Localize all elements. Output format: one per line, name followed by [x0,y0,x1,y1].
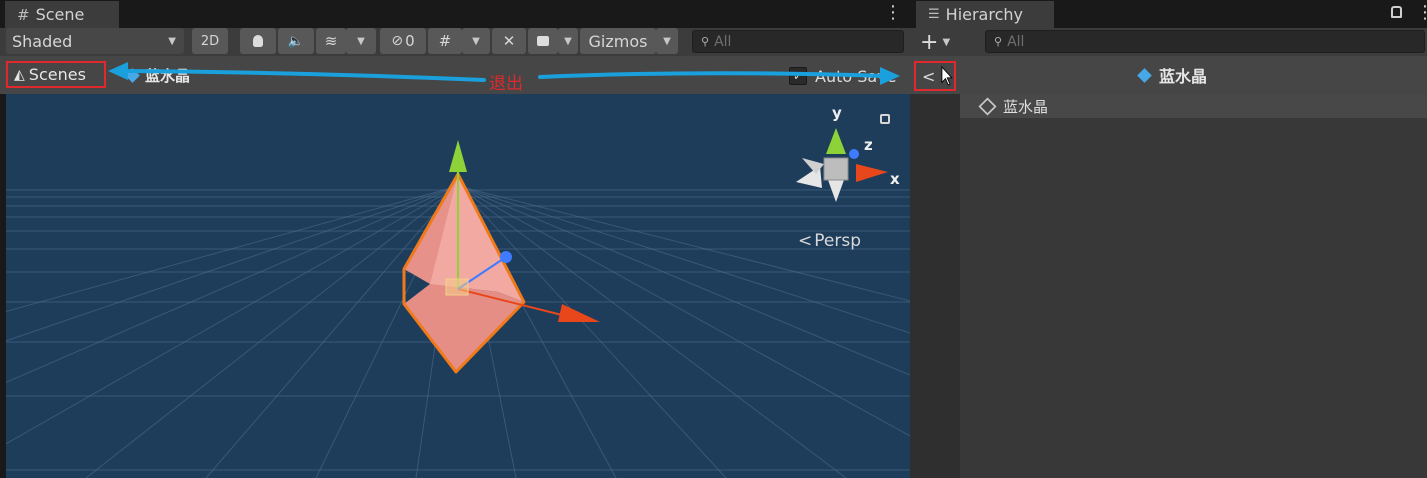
cursor-icon [941,65,954,86]
list-item[interactable]: 蓝水晶 [960,94,1427,118]
camera-dropdown[interactable]: ▼ [558,28,578,54]
unity-logo-icon: ◭ [14,66,25,83]
camera-icon [537,36,549,46]
scene-more-menu-icon[interactable]: ⋮ [884,4,902,24]
lock-icon[interactable] [880,114,890,124]
chevron-down-icon: ▼ [357,35,365,47]
audio-toggle-button[interactable]: 🔈 [278,28,314,54]
plane-handle[interactable] [445,278,469,296]
speaker-icon: 🔈 [287,33,305,49]
toggle-2d-button[interactable]: 2D [192,28,228,54]
hierarchy-tree: 蓝水晶 [910,94,1427,478]
tab-hierarchy[interactable]: ☰ Hierarchy [916,1,1054,28]
effects-dropdown[interactable]: ▼ [346,28,376,54]
gizmo-x-label: x [890,170,900,188]
scene-viewport[interactable]: y z x < Persp [6,94,910,478]
gizmos-button[interactable]: Gizmos [580,28,656,54]
z-axis-handle-tip[interactable] [500,251,512,263]
gizmo-y-cone[interactable] [826,128,846,154]
list-icon: ☰ [928,7,940,22]
gizmo-x-cone[interactable] [856,164,888,182]
gizmo-neg-y-cone[interactable] [828,180,844,202]
hierarchy-gutter [910,94,960,478]
hierarchy-prefab-title: 蓝水晶 [1137,62,1258,88]
scene-tab-bar [0,0,910,28]
layers-icon: ≋ [324,32,338,50]
grid-icon: # [17,5,30,24]
gizmos-dropdown[interactable]: ▼ [656,28,678,54]
scene-search-input[interactable]: ⚲ All [692,30,904,53]
x-axis-arrow-icon[interactable] [558,304,600,322]
chevron-down-icon: ▼ [564,35,572,47]
tab-scene[interactable]: # Scene [5,1,119,28]
scene-toolbar: Shaded ▼ 2D 🔈 ≋ ▼ ⊘ 0 # ▼ ✕ ▼ Gizmos ▼ ⚲… [0,28,910,56]
auto-save-checkbox[interactable]: ✓ [789,67,807,85]
crystal-object[interactable] [6,94,910,478]
plus-icon: + [920,29,939,55]
prefab-cube-icon [1137,67,1152,83]
chevron-left-icon: < [922,66,936,86]
cube-outline-icon [978,96,997,116]
breadcrumb-prefab-label: 蓝水晶 [145,66,191,85]
tools-toggle-button[interactable]: ✕ [492,28,526,54]
effects-toggle-button[interactable]: ≋ [316,28,346,54]
create-button[interactable]: + ▼ [920,29,960,55]
scene-tab-label: Scene [35,5,85,24]
scene-visibility-button[interactable]: ⊘ 0 [380,28,426,54]
lighting-toggle-button[interactable] [240,28,276,54]
annotation-label: 退出 [489,74,523,94]
projection-toggle[interactable]: < Persp [798,230,878,252]
hierarchy-more-menu-icon[interactable]: ⋮ [1416,4,1427,24]
chevron-down-icon: ▼ [168,35,176,47]
chevron-down-icon: ▼ [472,35,480,47]
chevron-down-icon: ▼ [663,35,671,47]
light-bulb-icon [253,35,263,47]
hierarchy-toolbar: + ▼ ⚲ All [910,28,1427,56]
hierarchy-search-placeholder: All [1007,33,1025,50]
gizmos-label: Gizmos [588,31,648,51]
breadcrumb-prefab[interactable]: 蓝水晶 [125,62,236,88]
search-icon: ⚲ [994,35,1003,48]
chevron-down-icon: ▼ [942,36,951,48]
scene-search-placeholder: All [714,33,732,50]
crystal-front-face [430,174,524,302]
tools-icon: ✕ [502,32,516,50]
eye-hidden-icon: ⊘ [391,33,404,49]
hierarchy-item-label: 蓝水晶 [1003,97,1049,116]
auto-save-toggle[interactable]: ✓ Auto Save [789,64,905,88]
hierarchy-search-input[interactable]: ⚲ All [985,30,1425,53]
hierarchy-tab-label: Hierarchy [945,5,1023,24]
breadcrumb-scenes-button[interactable]: ◭ Scenes [6,61,106,88]
auto-save-label: Auto Save [815,66,897,86]
shading-mode-dropdown[interactable]: Shaded ▼ [6,28,184,54]
gizmo-center-cube[interactable] [823,157,849,181]
perspective-icon: < [798,231,813,251]
search-icon: ⚲ [701,35,710,48]
shading-mode-label: Shaded [12,31,73,51]
toggle-2d-label: 2D [200,33,220,49]
grid-dropdown[interactable]: ▼ [462,28,490,54]
prefab-title-label: 蓝水晶 [1159,67,1208,86]
gizmo-y-label: y [832,104,842,122]
hierarchy-lock-icon[interactable] [1391,6,1402,18]
breadcrumb-scenes-label: Scenes [28,65,86,84]
grid-snap-icon: # [438,32,452,50]
back-button[interactable]: < [914,61,956,91]
hidden-count: 0 [405,32,415,50]
gizmo-z-label: z [864,136,873,154]
grid-toggle-button[interactable]: # [428,28,462,54]
prefab-cube-icon [125,67,140,83]
projection-label: Persp [814,231,861,251]
gizmo-z-dot[interactable] [849,149,859,159]
camera-button[interactable] [528,28,558,54]
y-axis-arrow-icon[interactable] [449,140,467,172]
